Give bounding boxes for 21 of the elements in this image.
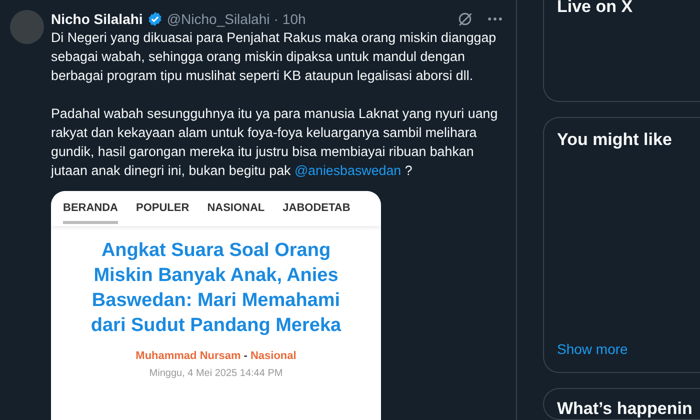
author-name[interactable]: Nicho Silalahi bbox=[51, 11, 143, 27]
byline-dash: - bbox=[244, 350, 248, 362]
article-headline: Angkat Suara Soal Orang Miskin Banyak Anak, Anies Baswedan: Mari Memahami dari Sudut Pandang Mereka bbox=[90, 239, 342, 338]
separator-dot: · bbox=[274, 11, 278, 27]
news-tab-label: BERANDA bbox=[63, 200, 118, 224]
mention-link[interactable]: @aniesbaswedan bbox=[294, 163, 402, 178]
panel-title: You might like bbox=[557, 130, 673, 150]
news-tab-label: JABODETAB bbox=[282, 201, 350, 216]
post-text: Di Negeri yang dikuasai para Penjahat Rakus maka orang miskin dianggap sebagai wabah, sehingga orang miskin dipaksa untuk mandul dengan berbagai program tipu muslihat seperti KB ataupun legalisasi aborsi dll. bbox=[51, 29, 498, 85]
news-tab-label: POPULER bbox=[136, 201, 190, 216]
panel-title: What’s happenin bbox=[557, 399, 694, 419]
article-author: Muhammad Nursam bbox=[136, 350, 241, 362]
news-tab-label: NASIONAL bbox=[207, 201, 265, 216]
post-time[interactable]: 10h bbox=[282, 11, 306, 27]
panel-title: Live on X bbox=[557, 0, 634, 15]
article-date: Minggu, 4 Mei 2025 14:44 PM bbox=[148, 368, 284, 379]
post-text: Padahal wabah sesungguhnya itu ya para manusia Laknat yang nyuri uang rakyat dan kekayaan alam untuk foya-foya keluarganya sambil melihara gundik, hasil garongan mereka itu justru bisa membiayai ribuan bahkan jutaan anak dinegri ini, bukan begitu pak @aniesbaswedan ? bbox=[51, 105, 499, 180]
embedded-screenshot[interactable]: BERANDA POPULER NASIONAL JABODETAB Angkat Suara Soal Orang Miskin Banyak Anak, Anies Baswedan: Mari Memahami dari Sudut Pandang Mereka Muhammad Nursam - Nasional Minggu, 4 Mei 2025 14:44 PM bbox=[51, 191, 381, 420]
author-handle[interactable]: @Nicho_Silalahi bbox=[166, 11, 270, 27]
show-more-link[interactable]: Show more bbox=[557, 341, 700, 357]
article-category: Nasional bbox=[250, 350, 296, 362]
